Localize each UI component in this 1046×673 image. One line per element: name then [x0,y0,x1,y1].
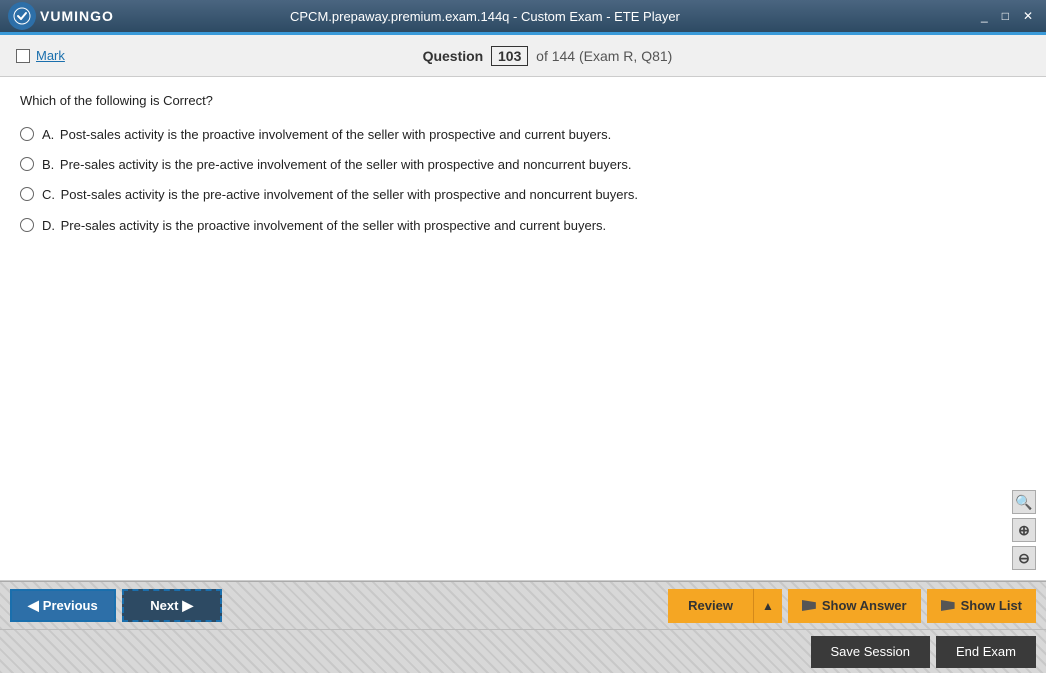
zoom-in-button[interactable]: ⊕ [1012,518,1036,542]
window-controls: _ □ ✕ [976,7,1038,25]
show-answer-flag-icon [802,600,816,611]
radio-d[interactable] [20,218,34,232]
option-c-label: C. Post-sales activity is the pre-active… [42,186,638,204]
close-button[interactable]: ✕ [1018,7,1038,25]
question-number: 103 [491,46,528,66]
option-c: C. Post-sales activity is the pre-active… [20,186,1026,204]
show-list-flag-icon [941,600,955,611]
mark-area: Mark [16,48,65,63]
previous-button[interactable]: ◀ Previous [10,589,116,622]
review-dropdown-icon[interactable]: ▲ [754,589,782,623]
end-exam-button[interactable]: End Exam [936,636,1036,668]
save-session-button[interactable]: Save Session [811,636,931,668]
option-a-label: A. Post-sales activity is the proactive … [42,126,611,144]
zoom-out-button[interactable]: ⊖ [1012,546,1036,570]
previous-arrow-icon: ◀ [28,597,39,614]
question-text: Which of the following is Correct? [20,93,1026,108]
question-total: of 144 (Exam R, Q81) [536,48,672,64]
review-label: Review [668,589,754,623]
zoom-out-icon: ⊖ [1018,550,1030,567]
option-a-text: Post-sales activity is the proactive inv… [60,127,611,142]
radio-c[interactable] [20,187,34,201]
mark-checkbox[interactable] [16,49,30,63]
main-content: Which of the following is Correct? A. Po… [0,77,1046,581]
window-title: CPCM.prepaway.premium.exam.144q - Custom… [0,9,976,24]
question-label: Question [423,48,484,64]
show-answer-label: Show Answer [822,598,907,613]
bottom-bar: ◀ Previous Next ▶ Review ▲ Show Answer S… [0,581,1046,629]
option-b: B. Pre-sales activity is the pre-active … [20,156,1026,174]
minimize-button[interactable]: _ [976,7,993,25]
option-c-text: Post-sales activity is the pre-active in… [61,187,638,202]
review-button[interactable]: Review ▲ [668,589,782,623]
next-label: Next [150,598,178,613]
mark-label[interactable]: Mark [36,48,65,63]
option-b-label: B. Pre-sales activity is the pre-active … [42,156,631,174]
header-row: Mark Question 103 of 144 (Exam R, Q81) [0,35,1046,77]
search-zoom-button[interactable]: 🔍 [1012,490,1036,514]
option-d-text: Pre-sales activity is the proactive invo… [61,218,607,233]
next-arrow-icon: ▶ [182,597,193,614]
option-a-letter: A. [42,127,54,142]
zoom-in-icon: ⊕ [1018,522,1030,539]
option-d: D. Pre-sales activity is the proactive i… [20,217,1026,235]
title-bar: VUMINGO CPCM.prepaway.premium.exam.144q … [0,0,1046,32]
option-b-text: Pre-sales activity is the pre-active inv… [60,157,632,172]
radio-a[interactable] [20,127,34,141]
option-c-letter: C. [42,187,55,202]
question-info: Question 103 of 144 (Exam R, Q81) [65,46,1030,66]
option-d-letter: D. [42,218,55,233]
maximize-button[interactable]: □ [997,7,1014,25]
show-list-button[interactable]: Show List [927,589,1036,623]
show-list-label: Show List [961,598,1022,613]
zoom-controls: 🔍 ⊕ ⊖ [1012,490,1036,570]
radio-b[interactable] [20,157,34,171]
previous-label: Previous [43,598,98,613]
option-b-letter: B. [42,157,54,172]
search-icon: 🔍 [1015,494,1032,511]
option-d-label: D. Pre-sales activity is the proactive i… [42,217,606,235]
option-a: A. Post-sales activity is the proactive … [20,126,1026,144]
second-bottom-bar: Save Session End Exam [0,629,1046,673]
next-button[interactable]: Next ▶ [122,589,222,622]
show-answer-button[interactable]: Show Answer [788,589,921,623]
